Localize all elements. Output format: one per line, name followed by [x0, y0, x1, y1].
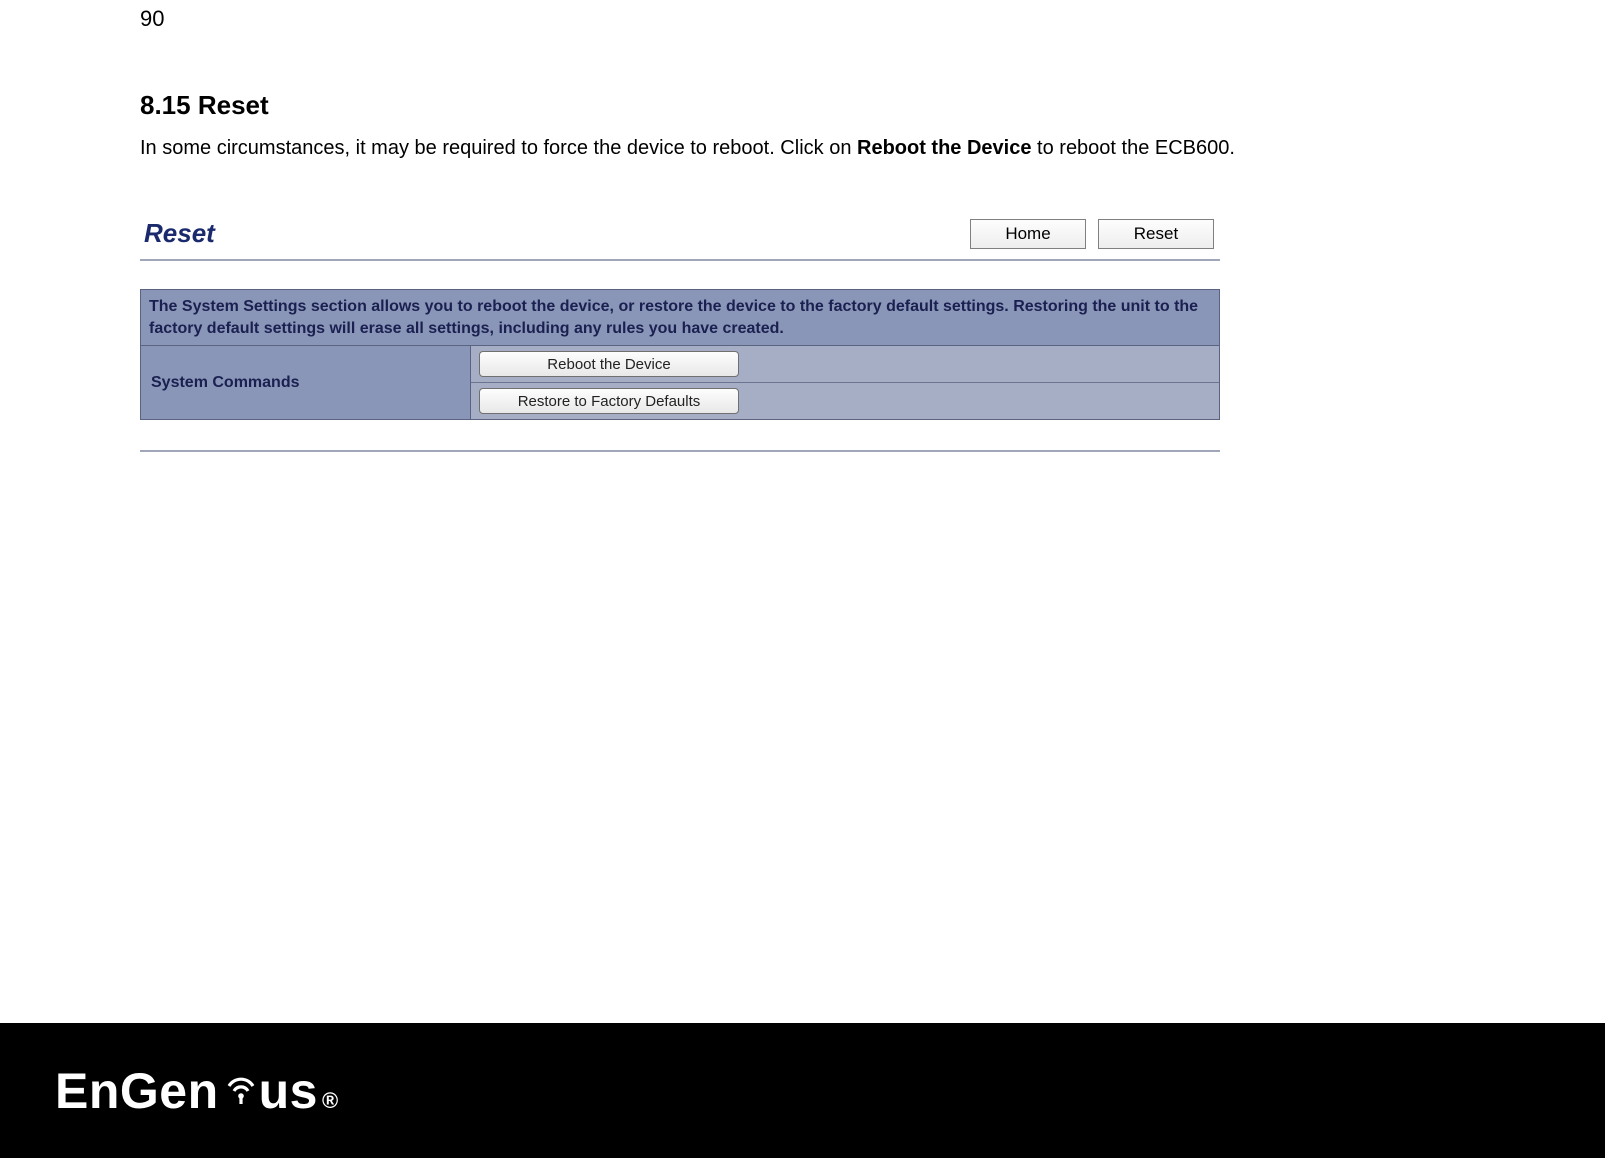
logo-text-part1: EnGen [55, 1062, 219, 1120]
registered-mark: ® [322, 1088, 339, 1114]
home-button[interactable]: Home [970, 219, 1086, 249]
reboot-device-button[interactable]: Reboot the Device [479, 351, 739, 377]
nav-buttons: Home Reset [970, 219, 1220, 249]
system-commands-row: System Commands Reboot the Device Restor… [140, 346, 1220, 420]
body-text-prefix: In some circumstances, it may be require… [140, 137, 857, 159]
body-text-suffix: to reboot the ECB600. [1031, 137, 1234, 159]
body-text-bold: Reboot the Device [857, 137, 1031, 159]
restore-row: Restore to Factory Defaults [471, 383, 1219, 419]
wifi-icon [221, 1058, 261, 1116]
reboot-row: Reboot the Device [471, 346, 1219, 383]
section-heading: 8.15 Reset [140, 90, 1460, 121]
logo-text-part2: us [259, 1062, 318, 1120]
info-banner: The System Settings section allows you t… [140, 289, 1220, 346]
system-commands-label: System Commands [141, 346, 471, 419]
panel-divider-top [140, 259, 1220, 261]
page-number: 90 [140, 6, 164, 32]
reset-panel: Reset Home Reset The System Settings sec… [140, 218, 1220, 452]
footer: EnGen us ® [0, 1023, 1605, 1158]
system-commands-buttons: Reboot the Device Restore to Factory Def… [471, 346, 1219, 419]
restore-factory-defaults-button[interactable]: Restore to Factory Defaults [479, 388, 739, 414]
panel-header: Reset Home Reset [140, 218, 1220, 249]
panel-divider-bottom [140, 450, 1220, 452]
section-body: In some circumstances, it may be require… [140, 133, 1460, 163]
main-content: 8.15 Reset In some circumstances, it may… [140, 90, 1460, 452]
reset-button[interactable]: Reset [1098, 219, 1214, 249]
engenius-logo: EnGen us ® [55, 1062, 339, 1120]
panel-title: Reset [140, 218, 215, 249]
